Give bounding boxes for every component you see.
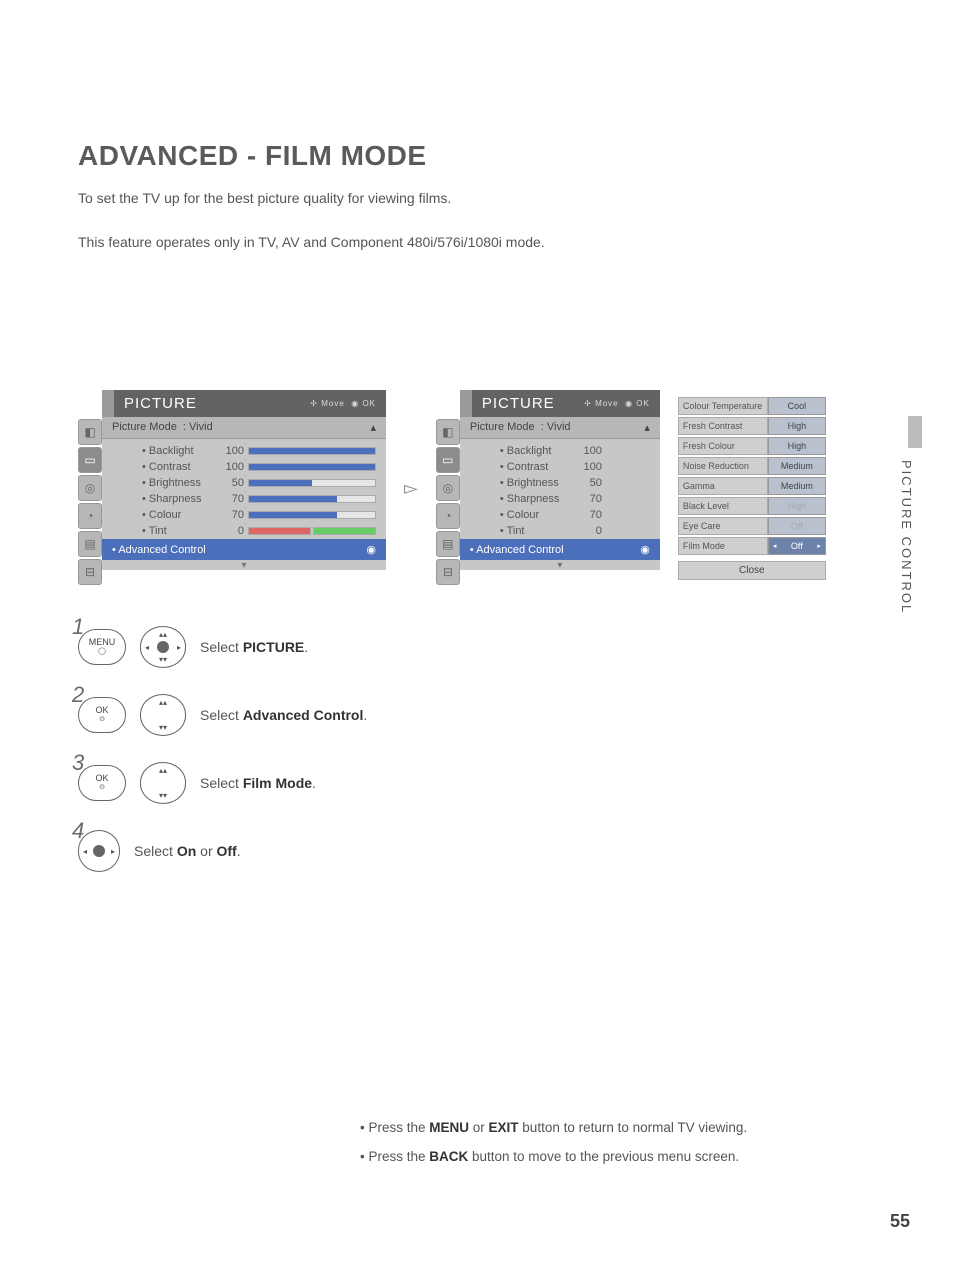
step-2: 2 OK⊙ ▴▴▾▾ Select Advanced Control. bbox=[78, 694, 876, 736]
step-1: 1 MENU◯ ▴▴▾▾◂▸ Select PICTURE. bbox=[78, 626, 876, 668]
setting-rows: • Backlight100 • Contrast100 • Brightnes… bbox=[102, 439, 386, 539]
eye-care-value: Off bbox=[768, 517, 826, 535]
sidebar-icon-6: ⊟ bbox=[78, 559, 102, 585]
side-tab-box bbox=[908, 416, 922, 448]
dpad-vertical-icon: ▴▴▾▾ bbox=[140, 762, 186, 804]
noise-reduction-value[interactable]: Medium bbox=[768, 457, 826, 475]
footer-notes: • Press the MENU or EXIT button to retur… bbox=[360, 1120, 747, 1178]
step-number: 1 bbox=[72, 614, 84, 640]
note-2: • Press the BACK button to move to the p… bbox=[360, 1149, 747, 1164]
sidebar-icon-5: ▤ bbox=[78, 531, 102, 557]
step-2-text: Select Advanced Control. bbox=[200, 707, 367, 723]
osd-sidebar: ◧ ▭ ◎ ◔ ▤ ⊟ bbox=[78, 390, 102, 586]
black-level-value: High bbox=[768, 497, 826, 515]
gamma-value[interactable]: Medium bbox=[768, 477, 826, 495]
page-title: ADVANCED - FILM MODE bbox=[78, 140, 876, 172]
sidebar-icon-3: ◎ bbox=[78, 475, 102, 501]
osd-title: PICTURE bbox=[124, 395, 197, 412]
step-3: 3 OK⊙ ▴▴▾▾ Select Film Mode. bbox=[78, 762, 876, 804]
page: ADVANCED - FILM MODE To set the TV up fo… bbox=[0, 0, 954, 1272]
ok-button-icon: OK⊙ bbox=[78, 765, 126, 801]
dpad-icon: ▴▴▾▾◂▸ bbox=[140, 626, 186, 668]
fresh-contrast-value[interactable]: High bbox=[768, 417, 826, 435]
page-number: 55 bbox=[890, 1211, 910, 1232]
step-1-text: Select PICTURE. bbox=[200, 639, 308, 655]
osd-left: ◧ ▭ ◎ ◔ ▤ ⊟ PICTURE ✢ Move ◉ OK Picture … bbox=[78, 390, 386, 586]
intro-text-1: To set the TV up for the best picture qu… bbox=[78, 190, 876, 206]
ok-button-icon: OK⊙ bbox=[78, 697, 126, 733]
intro-text-2: This feature operates only in TV, AV and… bbox=[78, 234, 876, 250]
arrow-up-icon: ▴ bbox=[370, 421, 376, 434]
step-4: 4 ◂▸ Select On or Off. bbox=[78, 830, 876, 872]
arrow-right-icon: ▻ bbox=[404, 478, 418, 499]
arrow-down-icon: ▾ bbox=[102, 560, 386, 570]
osd-menus: ◧ ▭ ◎ ◔ ▤ ⊟ PICTURE ✢ Move ◉ OK Picture … bbox=[78, 390, 876, 586]
note-1: • Press the MENU or EXIT button to retur… bbox=[360, 1120, 747, 1135]
step-3-text: Select Film Mode. bbox=[200, 775, 316, 791]
colour-temp-value[interactable]: Cool bbox=[768, 397, 826, 415]
osd-hints: ✢ Move ◉ OK bbox=[310, 399, 376, 408]
ok-dot-icon: ◉ bbox=[366, 543, 376, 556]
steps: 1 MENU◯ ▴▴▾▾◂▸ Select PICTURE. 2 OK⊙ ▴▴▾… bbox=[78, 626, 876, 872]
sidebar-icon-1: ◧ bbox=[78, 419, 102, 445]
picture-mode-row: Picture Mode : Vivid ▴ bbox=[102, 417, 386, 439]
sidebar-icon-4: ◔ bbox=[78, 503, 102, 529]
sidebar-icon-picture: ▭ bbox=[78, 447, 102, 473]
advanced-control-row[interactable]: • Advanced Control ◉ bbox=[102, 539, 386, 560]
dpad-vertical-icon: ▴▴▾▾ bbox=[140, 694, 186, 736]
close-button[interactable]: Close bbox=[678, 561, 826, 580]
advanced-popup: Colour TemperatureCool Fresh ContrastHig… bbox=[678, 397, 826, 580]
osd-right: ◧ ▭ ◎ ◔ ▤ ⊟ PICTURE✢ Move ◉ OK Picture M… bbox=[436, 390, 660, 586]
osd-title-bar: PICTURE ✢ Move ◉ OK bbox=[102, 390, 386, 417]
film-mode-value[interactable]: ◂Off▸ bbox=[768, 537, 826, 555]
section-label: PICTURE CONTROL bbox=[899, 460, 914, 614]
menu-button-icon: MENU◯ bbox=[78, 629, 126, 665]
fresh-colour-value[interactable]: High bbox=[768, 437, 826, 455]
step-4-text: Select On or Off. bbox=[134, 843, 241, 859]
dpad-horizontal-icon: ◂▸ bbox=[78, 830, 120, 872]
